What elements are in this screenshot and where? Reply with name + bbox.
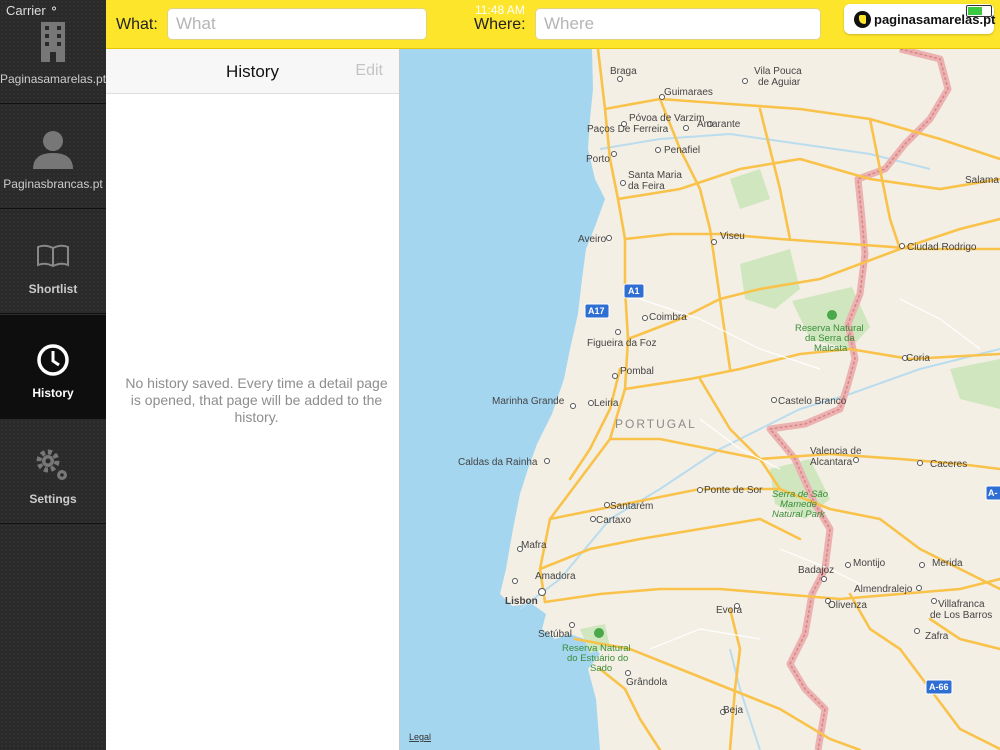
city-badajoz: Badajoz [798, 565, 834, 576]
city-pombal: Pombal [620, 366, 654, 377]
city-caceres: Caceres [930, 459, 967, 470]
brand-logo[interactable]: paginasamarelas.pt [844, 4, 996, 34]
book-icon [37, 244, 69, 268]
city-leiria: Leiria [594, 398, 619, 409]
what-input[interactable] [167, 8, 427, 40]
city-braga: Braga [610, 66, 637, 77]
city-santa-maria: Santa Maria [628, 170, 682, 181]
city-lisbon: Lisbon [505, 596, 538, 607]
where-input[interactable] [535, 8, 821, 40]
city-da-feira: da Feira [628, 181, 665, 192]
country-label: PORTUGAL [615, 417, 697, 431]
city-villafranca-1: Villafranca [938, 599, 985, 610]
city-merida: Merida [932, 558, 963, 569]
what-label: What: [116, 16, 158, 33]
gears-icon [36, 449, 67, 480]
sidebar-item-paginasbrancas[interactable]: Paginasbrancas.pt [0, 105, 106, 209]
sidebar-item-label: Paginasbrancas.pt [3, 177, 103, 191]
logo-mark-icon [854, 11, 871, 28]
city-guimaraes: Guimaraes [664, 87, 713, 98]
city-caldas: Caldas da Rainha [458, 457, 538, 468]
sidebar-item-label: Settings [29, 492, 77, 506]
highway-shield-a17: A17 [584, 303, 610, 319]
city-montijo: Montijo [853, 558, 886, 569]
city-pacos: Paços De Ferreira [587, 124, 669, 135]
city-aveiro: Aveiro [578, 234, 607, 245]
building-icon [41, 22, 65, 62]
park-mamede-3: Natural Park [772, 509, 826, 520]
city-salamanca: Salama [965, 175, 999, 186]
highway-shield-a66: A-66 [925, 679, 953, 695]
city-de-aguiar: de Aguiar [758, 77, 801, 88]
park-sado-3: Sado [590, 663, 612, 674]
svg-text:A-66: A-66 [929, 682, 949, 692]
sidebar-item-shortlist[interactable]: Shortlist [0, 210, 106, 314]
city-setubal: Setúbal [538, 629, 572, 640]
city-villafranca-2: de Los Barros [930, 610, 992, 621]
svg-text:A-: A- [988, 488, 998, 498]
map-view[interactable]: A1 A17 A-66 A- Braga Vila Pouca de Aguia… [400, 49, 1000, 750]
person-icon [33, 131, 73, 169]
city-coria: Coria [906, 353, 930, 364]
sidebar-item-history[interactable]: History [0, 315, 106, 419]
highway-shield-a1: A1 [623, 283, 645, 299]
city-povoa: Póvoa de Varzim [629, 113, 704, 124]
city-santarem: Santarém [610, 501, 653, 512]
city-valencia-1: Valencia de [810, 446, 862, 457]
city-mafra: Mafra [521, 540, 547, 551]
edit-button[interactable]: Edit [355, 62, 383, 80]
legal-link[interactable]: Legal [409, 732, 431, 742]
where-label: Where: [474, 16, 526, 33]
clock-icon [37, 344, 69, 376]
city-grandola: Grândola [626, 677, 668, 688]
sidebar-item-label: History [32, 386, 74, 400]
park-malcata-3: Malcata [814, 343, 848, 354]
logo-text: paginasamarelas.pt [874, 12, 996, 27]
city-evora: Evora [716, 605, 743, 616]
city-cartaxo: Cartaxo [596, 515, 631, 526]
sidebar-item-label: Shortlist [28, 282, 78, 296]
history-header: History Edit [106, 49, 399, 94]
svg-text:A17: A17 [588, 306, 605, 316]
city-ponte: Ponte de Sor [704, 485, 763, 496]
city-viseu: Viseu [720, 231, 745, 242]
highway-shield-edge: A- [985, 485, 1000, 501]
sidebar-item-paginasamarelas[interactable]: Paginasamarelas.pt [0, 0, 106, 104]
city-ciudad-rodrigo: Ciudad Rodrigo [907, 242, 977, 253]
city-almendralejo: Almendralejo [854, 584, 913, 595]
city-penafiel: Penafiel [664, 145, 700, 156]
city-vila-pouca: Vila Pouca [754, 66, 802, 77]
city-amarante: Amarante [697, 119, 741, 130]
city-marinha: Marinha Grande [492, 396, 565, 407]
history-panel: History Edit No history saved. Every tim… [106, 49, 400, 750]
city-porto: Porto [586, 154, 610, 165]
sidebar: Paginasamarelas.pt Paginasbrancas.pt Sho… [0, 0, 107, 750]
sidebar-item-label: Paginasamarelas.pt [0, 72, 107, 86]
search-bar: What: Where: paginasamarelas.pt [106, 0, 1000, 49]
empty-history-message: No history saved. Every time a detail pa… [125, 375, 388, 425]
svg-text:A1: A1 [628, 286, 640, 296]
city-amadora: Amadora [535, 571, 576, 582]
city-castelo: Castelo Branco [778, 396, 847, 407]
sidebar-item-settings[interactable]: Settings [0, 420, 106, 524]
city-coimbra: Coimbra [649, 312, 687, 323]
city-valencia-2: Alcantara [810, 457, 853, 468]
city-zafra: Zafra [925, 631, 949, 642]
city-olivenza: Olivenza [828, 600, 867, 611]
city-beja: Beja [723, 705, 743, 716]
city-figueira: Figueira da Foz [587, 338, 656, 349]
